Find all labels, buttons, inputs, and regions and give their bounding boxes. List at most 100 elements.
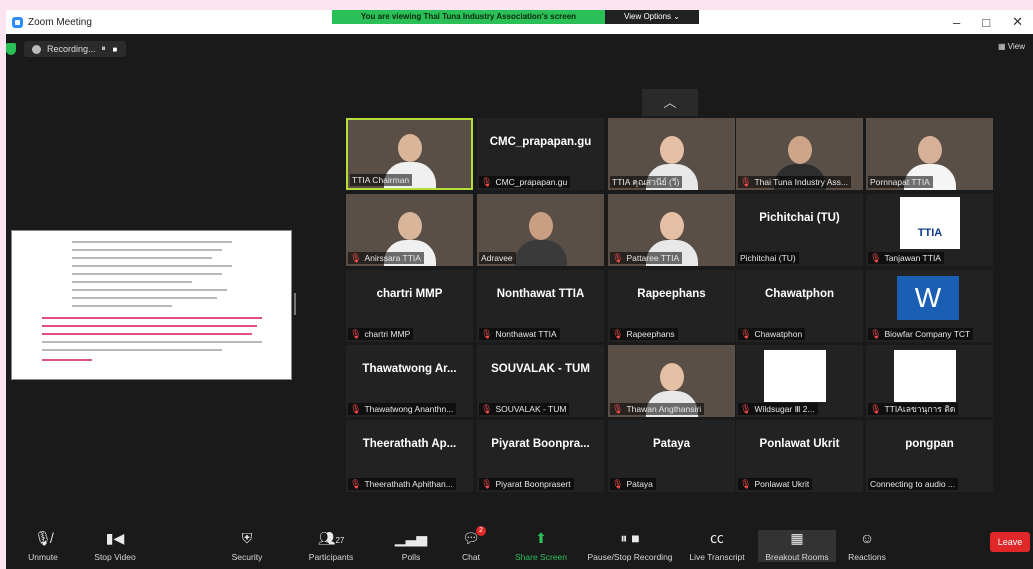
participant-tile[interactable]: Nonthawat TTIA 🎙︎ Nonthawat TTIA <box>477 270 604 342</box>
participant-tile[interactable]: SOUVALAK - TUM 🎙︎ SOUVALAK - TUM <box>477 345 604 417</box>
participant-name: Anirssara TTIA <box>364 253 421 263</box>
zoom-logo-icon <box>12 16 23 28</box>
video-camera-icon: ▮◀ <box>105 530 125 546</box>
maximize-button[interactable]: □ <box>982 15 990 30</box>
participant-name-label: 🎙︎ Tanjawan TTIA <box>868 252 944 264</box>
doc-highlight-line <box>42 333 252 335</box>
participant-name-label: 🎙︎ Pataya <box>610 478 656 490</box>
participant-avatar-blank <box>894 350 956 402</box>
pause-recording-label: Pause/Stop Recording <box>587 552 673 562</box>
participant-name: Chawatphon <box>754 329 803 339</box>
security-button[interactable]: ⛨ Security <box>212 530 282 562</box>
participant-name-label: 🎙︎ Thai Tuna Industry Ass... <box>738 176 851 188</box>
participant-tile[interactable]: Pataya 🎙︎ Pataya <box>608 420 735 492</box>
participant-name: Ponlawat Ukrit <box>754 479 810 489</box>
participant-tile[interactable]: chartri MMP 🎙︎ chartri MMP <box>346 270 473 342</box>
doc-text-line <box>72 289 227 291</box>
participants-label: Participants <box>308 552 354 562</box>
record-icon <box>32 44 41 54</box>
window-controls: – □ ✕ <box>953 10 1023 34</box>
participant-name: Thawan Angthansiri <box>626 404 702 414</box>
participant-tile[interactable]: pongpan Connecting to audio ... <box>866 420 993 492</box>
share-screen-button[interactable]: ⬆ Share Screen <box>506 530 576 562</box>
leave-button[interactable]: Leave <box>990 532 1030 552</box>
participant-display-name: Rapeephans <box>637 288 706 300</box>
participant-avatar-blank <box>764 350 826 402</box>
participant-name-label: Connecting to audio ... <box>868 478 959 490</box>
participant-tile[interactable]: 🎙︎ Thawan Angthansiri <box>608 345 735 417</box>
participant-name-label: 🎙︎ SOUVALAK - TUM <box>479 403 570 415</box>
participant-name: Pataya <box>626 479 653 489</box>
chat-icon: 💬︎ 2 <box>436 526 506 546</box>
participant-tile[interactable]: Rapeephans 🎙︎ Rapeephans <box>608 270 735 342</box>
participant-name: Biowfar Company TCT <box>884 329 971 339</box>
breakout-rooms-button[interactable]: ▦ Breakout Rooms <box>758 530 836 562</box>
participant-tile[interactable]: 🎙︎ Pattaree TTIA <box>608 194 735 266</box>
doc-text-line <box>72 257 212 259</box>
live-transcript-button[interactable]: ㏄ Live Transcript <box>682 530 752 562</box>
polls-label: Polls <box>401 552 421 562</box>
muted-mic-icon: 🎙︎ <box>612 328 624 339</box>
participant-tile[interactable]: Theerathath Ap... 🎙︎ Theerathath Aphithan.… <box>346 420 473 492</box>
view-button[interactable]: ▦ View <box>998 42 1025 51</box>
stop-video-button[interactable]: ▮◀ Stop Video <box>80 530 150 562</box>
participant-tile[interactable]: 🎙︎ Anirssara TTIA <box>346 194 473 266</box>
participant-tile[interactable]: Pichitchai (TU) Pichitchai (TU) <box>736 194 863 266</box>
participant-display-name: Nonthawat TTIA <box>496 288 585 300</box>
unmute-label: Unmute <box>28 552 58 562</box>
doc-text-line <box>72 241 232 243</box>
participant-tile[interactable]: Adravee <box>477 194 604 266</box>
participant-tile[interactable]: Thawatwong Ar... 🎙︎ Thawatwong Ananthn... <box>346 345 473 417</box>
participant-tile[interactable]: CMC_prapapan.gu 🎙︎ CMC_prapapan.gu <box>477 118 604 190</box>
doc-highlight-line <box>42 325 257 327</box>
participant-tile[interactable]: 🎙︎ Wildsugar Ⅲ 2... <box>736 345 863 417</box>
participant-display-name: pongpan <box>905 438 954 450</box>
participant-name: Wildsugar Ⅲ 2... <box>754 403 815 414</box>
reactions-icon: ☺ <box>859 530 875 546</box>
ttia-logo-avatar: TTIA <box>900 197 960 249</box>
close-button[interactable]: ✕ <box>1012 14 1023 30</box>
reactions-button[interactable]: ☺ Reactions <box>832 530 902 562</box>
window-title: Zoom Meeting <box>28 16 92 28</box>
muted-mic-icon: 🎙︎̸ <box>34 530 52 546</box>
splitter-handle[interactable] <box>294 293 296 315</box>
participant-tile[interactable]: TTIA 🎙︎ Tanjawan TTIA <box>866 194 993 266</box>
gallery-scroll-up-button[interactable]: ︿ <box>642 89 698 116</box>
participant-name-label: 🎙︎ CMC_prapapan.gu <box>479 176 571 188</box>
cc-icon: ㏄ <box>710 530 724 546</box>
pause-recording-button[interactable]: ⏸ ■ Pause/Stop Recording <box>584 530 676 562</box>
participant-name: Pichitchai (TU) <box>740 253 796 263</box>
participant-tile[interactable]: Chawatphon 🎙︎ Chawatphon <box>736 270 863 342</box>
pause-recording-icon[interactable]: ⏸ <box>102 44 107 54</box>
participant-display-name: SOUVALAK - TUM <box>491 363 590 375</box>
muted-mic-icon: 🎙︎ <box>740 328 752 339</box>
muted-mic-icon: 🎙︎ <box>740 478 752 489</box>
participant-tile[interactable]: W 🎙︎ Biowfar Company TCT <box>866 270 993 342</box>
participant-name: Adravee <box>481 253 513 263</box>
shared-screen[interactable] <box>11 230 292 380</box>
participants-count: 27 <box>335 536 345 545</box>
view-options-button[interactable]: View Options ⌄ <box>605 10 699 24</box>
unmute-button[interactable]: 🎙︎̸ Unmute <box>8 530 78 562</box>
security-shield-icon[interactable] <box>6 43 16 55</box>
participant-tile[interactable]: Piyarat Boonpra... 🎙︎ Piyarat Boonprasert <box>477 420 604 492</box>
participant-gallery: TTIA Chairman CMC_prapapan.gu 🎙︎ CMC_prapap… <box>346 118 993 492</box>
participant-display-name: Theerathath Ap... <box>362 438 457 450</box>
participant-display-name: Ponlawat Ukrit <box>759 438 840 450</box>
participant-name-label: 🎙︎ Ponlawat Ukrit <box>738 478 813 490</box>
participant-name: Connecting to audio ... <box>870 479 956 489</box>
stop-recording-icon[interactable]: ■ <box>113 45 119 54</box>
participant-tile[interactable]: 🎙︎ Thai Tuna Industry Ass... <box>736 118 863 190</box>
participant-tile[interactable]: Ponlawat Ukrit 🎙︎ Ponlawat Ukrit <box>736 420 863 492</box>
participant-tile[interactable]: TTIA Chairman <box>346 118 473 190</box>
minimize-button[interactable]: – <box>953 15 960 30</box>
muted-mic-icon: 🎙︎ <box>870 252 882 263</box>
muted-mic-icon: 🎙︎ <box>740 403 752 414</box>
participant-tile[interactable]: 🎙︎ TTIAเลขานุการ ติด <box>866 345 993 417</box>
participants-button[interactable]: 👥︎27 Participants <box>296 530 366 562</box>
participant-tile[interactable]: Pornnapat TTIA <box>866 118 993 190</box>
participant-tile[interactable]: TTIA คุณสวนีย์ (วี) <box>608 118 735 190</box>
share-screen-icon: ⬆ <box>535 530 547 546</box>
chat-button[interactable]: 💬︎ 2 Chat <box>436 526 506 562</box>
muted-mic-icon: 🎙︎ <box>350 403 362 414</box>
